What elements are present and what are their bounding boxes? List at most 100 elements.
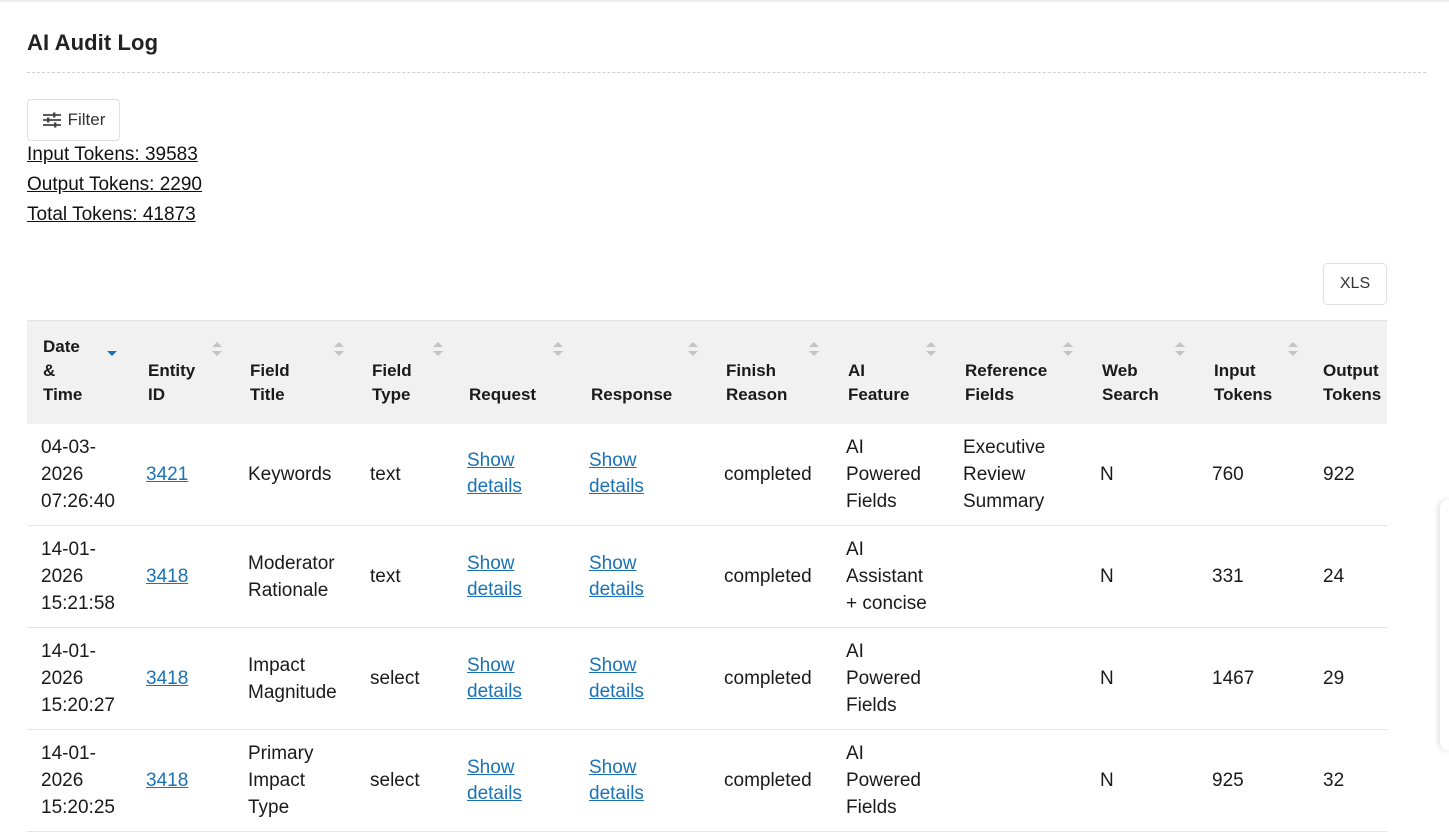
- field-title-line: Primary: [248, 743, 314, 764]
- cell-response: Show details: [575, 628, 710, 730]
- link-line: Show: [589, 450, 637, 472]
- column-header-web-search[interactable]: Web Search: [1086, 320, 1198, 424]
- entity-id-link[interactable]: 3418: [146, 566, 188, 587]
- column-header-label: Tokens: [1323, 384, 1382, 404]
- entity-id-link[interactable]: 3418: [146, 668, 188, 689]
- cell-web-search: N: [1100, 463, 1114, 485]
- column-header-label: Entity: [148, 360, 196, 380]
- column-header-field-title[interactable]: Field Title: [234, 320, 356, 424]
- column-header-input-tokens[interactable]: Input Tokens: [1198, 320, 1311, 424]
- column-header-response[interactable]: Response: [575, 320, 710, 424]
- column-header-label: Input: [1214, 360, 1256, 380]
- cell-ai-feature: AI Powered Fields: [832, 424, 949, 526]
- cell-date-time: 14-01- 2026 15:20:25: [27, 730, 132, 832]
- column-header-request[interactable]: Request: [453, 320, 575, 424]
- column-header-label: Tokens: [1214, 384, 1273, 404]
- field-title-line: Keywords: [248, 463, 332, 485]
- sort-icon[interactable]: [1175, 341, 1185, 357]
- column-header-finish-reason[interactable]: Finish Reason: [710, 320, 832, 424]
- cell-field-title: Keywords: [234, 424, 356, 526]
- response-show-details-link[interactable]: Show details: [589, 551, 644, 603]
- response-show-details-link[interactable]: Show details: [589, 653, 644, 705]
- ai-feature-line: + concise: [846, 593, 927, 614]
- cell-input-tokens: 925: [1212, 770, 1244, 791]
- time-text: 15:20:27: [41, 695, 115, 716]
- title-divider: [27, 72, 1426, 73]
- sort-icon[interactable]: [809, 341, 819, 357]
- year-text: 2026: [41, 668, 84, 689]
- column-header-output-tokens[interactable]: Output Tokens: [1311, 320, 1387, 424]
- cell-output-tokens: 24: [1323, 566, 1345, 587]
- input-tokens-link[interactable]: Input Tokens: 39583: [27, 144, 198, 166]
- column-header-date-time[interactable]: Date & Time: [27, 320, 132, 424]
- cell-input-tokens: 1467: [1212, 668, 1255, 689]
- sort-icon[interactable]: [926, 341, 936, 357]
- cell-output-tokens: 32: [1323, 770, 1345, 791]
- table-row[interactable]: 14-01- 2026 15:21:58 3418 Moderator Ratio…: [27, 526, 1387, 628]
- column-header-ai-feature[interactable]: AI Feature: [832, 320, 949, 424]
- cell-finish-reason: completed: [724, 668, 812, 689]
- entity-id-link[interactable]: 3421: [146, 464, 188, 485]
- link-line: details: [467, 578, 522, 600]
- response-show-details-link[interactable]: Show details: [589, 448, 644, 500]
- link-line: Show: [467, 450, 515, 472]
- link-line: details: [589, 578, 644, 600]
- cell-input-tokens: 331: [1212, 566, 1244, 587]
- request-show-details-link[interactable]: Show details: [467, 755, 522, 807]
- cell-ai-feature: AI Assistant + concise: [832, 526, 949, 628]
- cell-ai-feature: AI Powered Fields: [832, 730, 949, 832]
- total-tokens-link[interactable]: Total Tokens: 41873: [27, 204, 196, 226]
- cell-reference-fields: [949, 526, 1086, 628]
- reference-field-line: Summary: [963, 490, 1045, 512]
- link-line: Show: [467, 552, 515, 574]
- sort-icon[interactable]: [433, 341, 443, 357]
- sort-icon[interactable]: [553, 341, 563, 357]
- column-header-label: Date: [43, 336, 80, 356]
- sort-icon[interactable]: [688, 341, 698, 357]
- link-line: Show: [467, 654, 515, 676]
- cell-reference-fields: Executive Review Summary: [949, 424, 1086, 526]
- ai-feature-line: AI: [846, 436, 864, 458]
- table-row[interactable]: 14-01- 2026 15:20:25 3418 Primary Impact T…: [27, 730, 1387, 832]
- column-header-entity-id[interactable]: Entity ID: [132, 320, 234, 424]
- cell-finish-reason: completed: [724, 770, 812, 791]
- cell-field-type: select: [370, 770, 420, 791]
- table-row[interactable]: 04-03- 2026 07:26:40 3421 Keywords text …: [27, 424, 1387, 526]
- cell-request: Show details: [453, 526, 575, 628]
- cell-field-title: Moderator Rationale: [234, 526, 356, 628]
- side-panel-edge[interactable]: [1440, 500, 1449, 750]
- ai-feature-line: Fields: [846, 695, 897, 716]
- sort-icon[interactable]: [212, 341, 222, 357]
- request-show-details-link[interactable]: Show details: [467, 551, 522, 603]
- field-title-line: Moderator: [248, 552, 335, 574]
- sort-icon[interactable]: [1288, 341, 1298, 357]
- cell-entity-id: 3418: [132, 730, 234, 832]
- sort-icon[interactable]: [1063, 341, 1073, 357]
- table-row[interactable]: 14-01- 2026 15:20:27 3418 Impact Magnitud…: [27, 628, 1387, 730]
- cell-input-tokens: 760: [1212, 463, 1244, 485]
- link-line: details: [467, 476, 522, 498]
- request-show-details-link[interactable]: Show details: [467, 653, 522, 705]
- date-text: 14-01-: [41, 641, 96, 662]
- column-header-field-type[interactable]: Field Type: [356, 320, 453, 424]
- link-line: details: [467, 782, 522, 804]
- output-tokens-link[interactable]: Output Tokens: 2290: [27, 174, 202, 196]
- filter-button[interactable]: Filter: [27, 99, 120, 141]
- cell-web-search: N: [1100, 770, 1114, 791]
- response-show-details-link[interactable]: Show details: [589, 755, 644, 807]
- export-xls-button[interactable]: XLS: [1323, 263, 1387, 305]
- column-header-reference-fields[interactable]: Reference Fields: [949, 320, 1086, 424]
- ai-feature-line: Fields: [846, 797, 897, 818]
- page-title: AI Audit Log: [27, 30, 159, 55]
- sort-descending-icon[interactable]: [107, 347, 117, 363]
- column-header-label: Feature: [848, 384, 910, 404]
- year-text: 2026: [41, 463, 84, 485]
- entity-id-link[interactable]: 3418: [146, 770, 188, 791]
- request-show-details-link[interactable]: Show details: [467, 448, 522, 500]
- table-header-row: Date & Time Entity ID Field Title Field …: [27, 320, 1387, 424]
- sliders-icon: [42, 112, 62, 128]
- column-header-label: Finish: [726, 360, 777, 380]
- sort-icon[interactable]: [334, 341, 344, 357]
- link-line: details: [467, 680, 522, 702]
- cell-field-type: text: [370, 463, 401, 485]
